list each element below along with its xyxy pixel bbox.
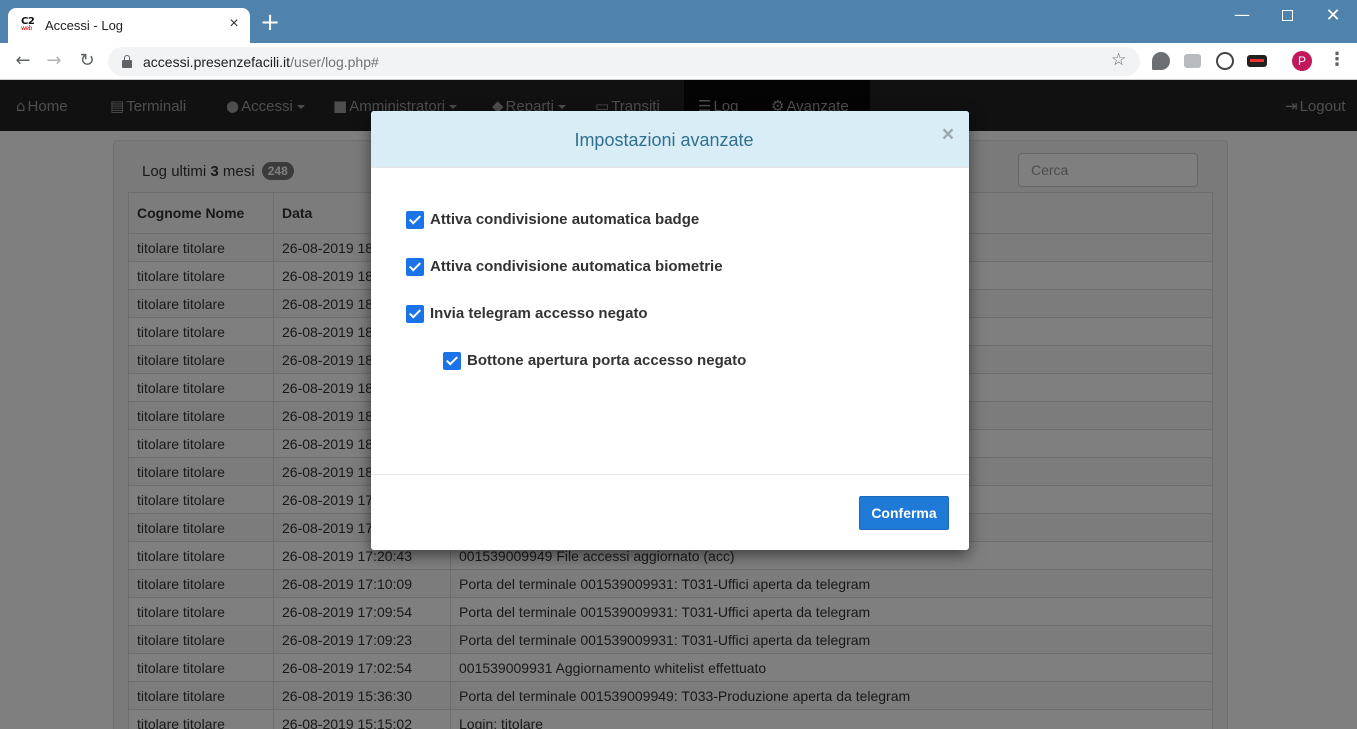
- browser-titlebar: C2 web Accessi - Log × + — ✕: [0, 0, 1357, 43]
- checkbox-badge-sharing[interactable]: [406, 211, 424, 229]
- window-close-icon[interactable]: ✕: [1318, 6, 1348, 28]
- modal-title: Impostazioni avanzate: [574, 130, 754, 150]
- modal-footer: Conferma: [371, 474, 969, 550]
- site-favicon-icon: C2 web: [21, 16, 35, 32]
- browser-tab[interactable]: C2 web Accessi - Log ×: [8, 8, 250, 43]
- extension-chat-icon[interactable]: [1152, 52, 1170, 70]
- close-icon[interactable]: ×: [939, 124, 957, 145]
- confirm-button[interactable]: Conferma: [859, 496, 949, 530]
- checkbox-telegram-denied[interactable]: [406, 305, 424, 323]
- window-minimize-icon[interactable]: —: [1227, 6, 1257, 28]
- new-tab-icon[interactable]: +: [259, 10, 281, 34]
- checkbox-door-button-denied[interactable]: [443, 352, 461, 370]
- browser-menu-icon[interactable]: ⋮: [1328, 50, 1346, 72]
- bookmark-star-icon[interactable]: ☆: [1111, 50, 1126, 70]
- lock-icon[interactable]: [122, 55, 132, 68]
- extension-camera-icon[interactable]: [1184, 54, 1201, 68]
- window-maximize-icon[interactable]: [1272, 6, 1302, 28]
- settings-modal: Impostazioni avanzate × Attiva condivisi…: [371, 111, 969, 550]
- url-text[interactable]: accessi.presenzefacili.it/user/log.php#: [143, 54, 379, 70]
- forward-arrow-icon[interactable]: →: [42, 50, 66, 72]
- back-arrow-icon[interactable]: ←: [11, 50, 35, 72]
- reload-icon[interactable]: ↻: [75, 50, 99, 72]
- profile-avatar[interactable]: P: [1292, 51, 1312, 71]
- modal-header: Impostazioni avanzate ×: [371, 111, 969, 168]
- extension-mask-icon[interactable]: [1247, 55, 1267, 67]
- tab-title: Accessi - Log: [45, 18, 124, 33]
- extension-globe-icon[interactable]: [1216, 52, 1234, 70]
- tab-close-icon[interactable]: ×: [226, 16, 242, 32]
- checkbox-biometrics-sharing[interactable]: [406, 258, 424, 276]
- address-bar[interactable]: accessi.presenzefacili.it/user/log.php# …: [108, 47, 1140, 76]
